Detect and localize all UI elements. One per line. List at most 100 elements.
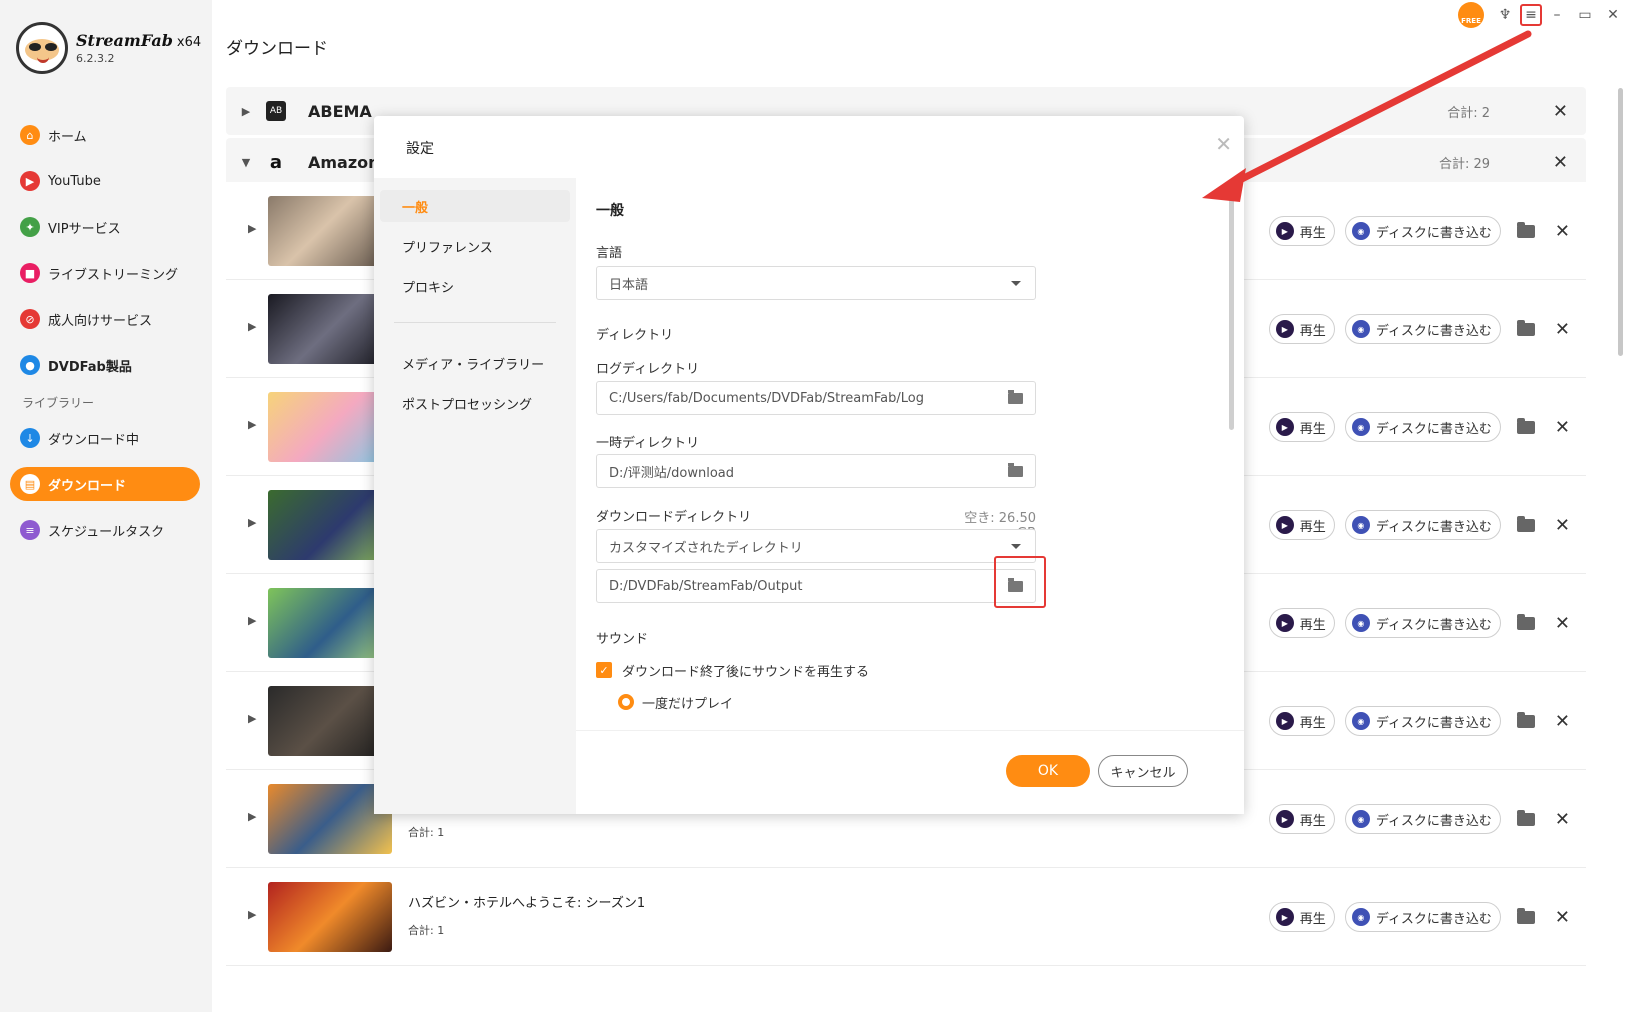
burn-disc-button[interactable]: ◉ ディスクに書き込む xyxy=(1344,510,1501,540)
log-dir-field[interactable]: C:/Users/fab/Documents/DVDFab/StreamFab/… xyxy=(596,381,1036,415)
close-icon[interactable]: ✕ xyxy=(1555,613,1570,634)
temp-dir-label: 一時ディレクトリ xyxy=(596,436,700,451)
sound-once-radio[interactable] xyxy=(618,694,634,710)
sidebar-item-home[interactable]: ⌂ ホーム xyxy=(10,118,200,152)
maximize-icon[interactable]: ▭ xyxy=(1572,2,1598,28)
play-button[interactable]: ▶ 再生 xyxy=(1268,510,1335,540)
expand-caret-icon[interactable]: ▶ xyxy=(248,614,256,627)
expand-caret-icon[interactable]: ▶ xyxy=(248,418,256,431)
settings-tab-general[interactable]: 一般 xyxy=(380,190,570,222)
item-count: 合計: 1 xyxy=(408,924,445,937)
item-actions: ▶ 再生 ◉ ディスクに書き込む ✕ xyxy=(1268,804,1570,834)
close-icon[interactable]: ✕ xyxy=(1553,152,1568,173)
settings-tab-preference[interactable]: プリファレンス xyxy=(380,230,570,262)
sidebar-item-youtube[interactable]: ▶ YouTube xyxy=(10,164,200,198)
play-button[interactable]: ▶ 再生 xyxy=(1268,608,1335,638)
sidebar-item-label: ダウンロード xyxy=(48,478,127,494)
play-button[interactable]: ▶ 再生 xyxy=(1268,902,1335,932)
burn-disc-button[interactable]: ◉ ディスクに書き込む xyxy=(1344,804,1501,834)
close-icon[interactable]: ✕ xyxy=(1555,809,1570,830)
close-icon[interactable]: ✕ xyxy=(1555,907,1570,928)
language-value: 日本語 xyxy=(609,277,649,293)
burn-disc-button[interactable]: ◉ ディスクに書き込む xyxy=(1344,706,1501,736)
cancel-button[interactable]: キャンセル xyxy=(1098,755,1188,787)
main-scrollbar[interactable] xyxy=(1618,88,1623,356)
item-actions: ▶ 再生 ◉ ディスクに書き込む ✕ xyxy=(1268,608,1570,638)
download-dir-value: D:/DVDFab/StreamFab/Output xyxy=(609,578,803,594)
sidebar-item-live[interactable]: ■ ライブストリーミング xyxy=(10,256,200,290)
play-button[interactable]: ▶ 再生 xyxy=(1268,216,1335,246)
streamfab-logo xyxy=(16,22,68,74)
close-icon[interactable]: ✕ xyxy=(1555,221,1570,242)
folder-icon[interactable] xyxy=(1516,907,1535,924)
ok-button[interactable]: OK xyxy=(1006,755,1090,787)
close-icon[interactable]: ✕ xyxy=(1555,319,1570,340)
folder-icon[interactable] xyxy=(1516,613,1535,630)
collapse-caret-icon[interactable]: ▼ xyxy=(226,156,266,169)
close-icon[interactable]: ✕ xyxy=(1555,515,1570,536)
shirt-icon[interactable]: ♆ xyxy=(1492,2,1518,28)
temp-dir-field[interactable]: D:/评测站/download xyxy=(596,454,1036,488)
sidebar-item-downloaded[interactable]: ▤ ダウンロード xyxy=(10,467,200,501)
disc-icon: ◉ xyxy=(1351,810,1370,828)
expand-caret-icon[interactable]: ▶ xyxy=(248,908,256,921)
burn-disc-button[interactable]: ◉ ディスクに書き込む xyxy=(1344,902,1501,932)
disc-icon: ◉ xyxy=(1351,320,1370,338)
expand-caret-icon[interactable]: ▶ xyxy=(248,320,256,333)
folder-icon[interactable] xyxy=(1516,319,1535,336)
download-dir-mode-select[interactable]: カスタマイズされたディレクトリ xyxy=(596,529,1036,563)
section-title: 一般 xyxy=(596,203,624,219)
expand-caret-icon[interactable]: ▶ xyxy=(248,222,256,235)
folder-icon[interactable] xyxy=(1516,809,1535,826)
play-button[interactable]: ▶ 再生 xyxy=(1268,706,1335,736)
sidebar-item-label: スケジュールタスク xyxy=(48,524,165,540)
burn-disc-button[interactable]: ◉ ディスクに書き込む xyxy=(1344,216,1501,246)
expand-caret-icon[interactable]: ▶ xyxy=(248,810,256,823)
disc-icon: ◉ xyxy=(1351,516,1370,534)
expand-caret-icon[interactable]: ▶ xyxy=(226,105,266,118)
folder-icon[interactable] xyxy=(1516,515,1535,532)
settings-tab-media-library[interactable]: メディア・ライブラリー xyxy=(380,347,570,379)
burn-label: ディスクに書き込む xyxy=(1375,617,1492,633)
sidebar-item-dvdfab[interactable]: ● DVDFab製品 xyxy=(10,348,200,382)
free-gift-icon[interactable]: FREE xyxy=(1458,2,1484,28)
play-button[interactable]: ▶ 再生 xyxy=(1268,412,1335,442)
folder-icon[interactable] xyxy=(1516,711,1535,728)
close-icon[interactable]: ✕ xyxy=(1215,132,1232,156)
language-select[interactable]: 日本語 xyxy=(596,266,1036,300)
folder-icon[interactable] xyxy=(1516,417,1535,434)
close-icon[interactable]: ✕ xyxy=(1553,101,1568,122)
expand-caret-icon[interactable]: ▶ xyxy=(248,516,256,529)
download-icon: ↓ xyxy=(20,428,40,448)
sidebar-item-label: VIPサービス xyxy=(48,221,121,237)
menu-icon[interactable]: ≡ xyxy=(1520,4,1542,26)
sound-checkbox[interactable]: ✓ xyxy=(596,662,612,678)
folder-icon[interactable] xyxy=(1516,221,1535,238)
download-dir-field[interactable]: D:/DVDFab/StreamFab/Output xyxy=(596,569,1036,603)
folder-icon[interactable] xyxy=(1008,390,1023,404)
folder-icon[interactable] xyxy=(1008,463,1023,477)
close-icon[interactable]: ✕ xyxy=(1600,2,1626,28)
settings-scrollbar[interactable] xyxy=(1229,198,1234,430)
sidebar-item-schedule[interactable]: ≡ スケジュールタスク xyxy=(10,513,200,547)
play-button[interactable]: ▶ 再生 xyxy=(1268,804,1335,834)
burn-disc-button[interactable]: ◉ ディスクに書き込む xyxy=(1344,412,1501,442)
close-icon[interactable]: ✕ xyxy=(1555,417,1570,438)
sidebar-item-vip[interactable]: ✦ VIPサービス xyxy=(10,210,200,244)
play-button[interactable]: ▶ 再生 xyxy=(1268,314,1335,344)
sidebar-item-label: ライブストリーミング xyxy=(48,267,179,283)
burn-disc-button[interactable]: ◉ ディスクに書き込む xyxy=(1344,608,1501,638)
play-label: 再生 xyxy=(1299,617,1326,633)
settings-tab-post-processing[interactable]: ポストプロセッシング xyxy=(380,387,570,419)
list-item[interactable]: ▶ ハズビン・ホテルへようこそ: シーズン1 合計: 1 ▶ 再生 ◉ ディスクに書き込む ✕ xyxy=(226,868,1586,966)
sidebar-item-adult[interactable]: ⊘ 成人向けサービス xyxy=(10,302,200,336)
burn-disc-button[interactable]: ◉ ディスクに書き込む xyxy=(1344,314,1501,344)
expand-caret-icon[interactable]: ▶ xyxy=(248,712,256,725)
minimize-icon[interactable]: – xyxy=(1544,2,1570,28)
play-icon: ▶ xyxy=(1275,516,1294,534)
settings-tab-proxy[interactable]: プロキシ xyxy=(380,270,570,302)
log-dir-label: ログディレクトリ xyxy=(596,362,700,377)
sidebar-item-downloading[interactable]: ↓ ダウンロード中 xyxy=(10,421,200,455)
close-icon[interactable]: ✕ xyxy=(1555,711,1570,732)
page-title: ダウンロード xyxy=(226,39,328,59)
